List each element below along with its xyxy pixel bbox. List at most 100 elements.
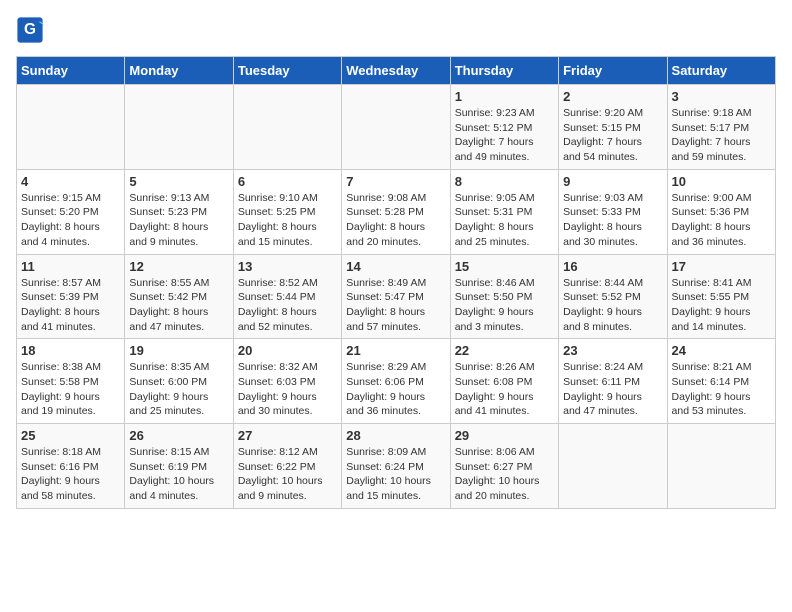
day-info: Sunrise: 8:38 AM Sunset: 5:58 PM Dayligh…	[21, 360, 120, 419]
day-info: Sunrise: 9:03 AM Sunset: 5:33 PM Dayligh…	[563, 191, 662, 250]
day-number: 2	[563, 89, 662, 104]
calendar-week-row: 1 Sunrise: 9:23 AM Sunset: 5:12 PM Daylig…	[17, 85, 776, 170]
day-info: Sunrise: 8:21 AM Sunset: 6:14 PM Dayligh…	[672, 360, 771, 419]
calendar-cell: 19 Sunrise: 8:35 AM Sunset: 6:00 PM Dayli…	[125, 339, 233, 424]
day-info: Sunrise: 8:52 AM Sunset: 5:44 PM Dayligh…	[238, 276, 337, 335]
weekday-header: Tuesday	[233, 57, 341, 85]
calendar-body: 1 Sunrise: 9:23 AM Sunset: 5:12 PM Daylig…	[17, 85, 776, 509]
day-info: Sunrise: 9:20 AM Sunset: 5:15 PM Dayligh…	[563, 106, 662, 165]
calendar-cell: 11 Sunrise: 8:57 AM Sunset: 5:39 PM Dayli…	[17, 254, 125, 339]
day-info: Sunrise: 8:41 AM Sunset: 5:55 PM Dayligh…	[672, 276, 771, 335]
calendar-header: SundayMondayTuesdayWednesdayThursdayFrid…	[17, 57, 776, 85]
day-number: 24	[672, 343, 771, 358]
day-number: 8	[455, 174, 554, 189]
day-number: 10	[672, 174, 771, 189]
day-info: Sunrise: 9:15 AM Sunset: 5:20 PM Dayligh…	[21, 191, 120, 250]
day-info: Sunrise: 9:00 AM Sunset: 5:36 PM Dayligh…	[672, 191, 771, 250]
day-number: 17	[672, 259, 771, 274]
day-number: 25	[21, 428, 120, 443]
calendar-week-row: 11 Sunrise: 8:57 AM Sunset: 5:39 PM Dayli…	[17, 254, 776, 339]
calendar-cell: 27 Sunrise: 8:12 AM Sunset: 6:22 PM Dayli…	[233, 424, 341, 509]
day-info: Sunrise: 8:12 AM Sunset: 6:22 PM Dayligh…	[238, 445, 337, 504]
logo-icon: G	[16, 16, 44, 44]
day-info: Sunrise: 8:57 AM Sunset: 5:39 PM Dayligh…	[21, 276, 120, 335]
day-info: Sunrise: 8:35 AM Sunset: 6:00 PM Dayligh…	[129, 360, 228, 419]
day-info: Sunrise: 8:55 AM Sunset: 5:42 PM Dayligh…	[129, 276, 228, 335]
calendar-cell: 28 Sunrise: 8:09 AM Sunset: 6:24 PM Dayli…	[342, 424, 450, 509]
day-info: Sunrise: 8:29 AM Sunset: 6:06 PM Dayligh…	[346, 360, 445, 419]
calendar-cell: 7Sunrise: 9:08 AM Sunset: 5:28 PM Daylig…	[342, 169, 450, 254]
calendar-cell: 22 Sunrise: 8:26 AM Sunset: 6:08 PM Dayli…	[450, 339, 558, 424]
day-number: 14	[346, 259, 445, 274]
weekday-header: Wednesday	[342, 57, 450, 85]
calendar-week-row: 18Sunrise: 8:38 AM Sunset: 5:58 PM Dayli…	[17, 339, 776, 424]
day-number: 29	[455, 428, 554, 443]
calendar-cell: 8 Sunrise: 9:05 AM Sunset: 5:31 PM Daylig…	[450, 169, 558, 254]
day-info: Sunrise: 9:10 AM Sunset: 5:25 PM Dayligh…	[238, 191, 337, 250]
day-info: Sunrise: 9:08 AM Sunset: 5:28 PM Dayligh…	[346, 191, 445, 250]
day-info: Sunrise: 8:49 AM Sunset: 5:47 PM Dayligh…	[346, 276, 445, 335]
weekday-header: Saturday	[667, 57, 775, 85]
weekday-header: Friday	[559, 57, 667, 85]
day-number: 4	[21, 174, 120, 189]
calendar-cell: 16 Sunrise: 8:44 AM Sunset: 5:52 PM Dayli…	[559, 254, 667, 339]
calendar-cell: 6 Sunrise: 9:10 AM Sunset: 5:25 PM Daylig…	[233, 169, 341, 254]
calendar-cell: 14 Sunrise: 8:49 AM Sunset: 5:47 PM Dayli…	[342, 254, 450, 339]
day-number: 23	[563, 343, 662, 358]
day-info: Sunrise: 8:06 AM Sunset: 6:27 PM Dayligh…	[455, 445, 554, 504]
calendar-week-row: 4 Sunrise: 9:15 AM Sunset: 5:20 PM Daylig…	[17, 169, 776, 254]
calendar-cell	[233, 85, 341, 170]
day-number: 11	[21, 259, 120, 274]
calendar-cell: 3Sunrise: 9:18 AM Sunset: 5:17 PM Daylig…	[667, 85, 775, 170]
day-number: 9	[563, 174, 662, 189]
calendar-cell: 20 Sunrise: 8:32 AM Sunset: 6:03 PM Dayli…	[233, 339, 341, 424]
day-number: 1	[455, 89, 554, 104]
calendar-cell: 18Sunrise: 8:38 AM Sunset: 5:58 PM Dayli…	[17, 339, 125, 424]
logo: G	[16, 16, 48, 44]
calendar-cell: 5Sunrise: 9:13 AM Sunset: 5:23 PM Daylig…	[125, 169, 233, 254]
day-info: Sunrise: 9:05 AM Sunset: 5:31 PM Dayligh…	[455, 191, 554, 250]
calendar-cell	[559, 424, 667, 509]
calendar-cell: 25 Sunrise: 8:18 AM Sunset: 6:16 PM Dayli…	[17, 424, 125, 509]
day-info: Sunrise: 8:44 AM Sunset: 5:52 PM Dayligh…	[563, 276, 662, 335]
weekday-header: Monday	[125, 57, 233, 85]
day-number: 20	[238, 343, 337, 358]
calendar-cell: 23 Sunrise: 8:24 AM Sunset: 6:11 PM Dayli…	[559, 339, 667, 424]
day-info: Sunrise: 9:23 AM Sunset: 5:12 PM Dayligh…	[455, 106, 554, 165]
calendar-cell	[667, 424, 775, 509]
calendar-cell	[342, 85, 450, 170]
day-number: 22	[455, 343, 554, 358]
weekday-header: Thursday	[450, 57, 558, 85]
page-header: G	[16, 16, 776, 44]
day-info: Sunrise: 8:09 AM Sunset: 6:24 PM Dayligh…	[346, 445, 445, 504]
day-number: 27	[238, 428, 337, 443]
day-number: 6	[238, 174, 337, 189]
day-info: Sunrise: 8:46 AM Sunset: 5:50 PM Dayligh…	[455, 276, 554, 335]
day-info: Sunrise: 9:18 AM Sunset: 5:17 PM Dayligh…	[672, 106, 771, 165]
calendar-cell	[17, 85, 125, 170]
day-info: Sunrise: 9:13 AM Sunset: 5:23 PM Dayligh…	[129, 191, 228, 250]
day-info: Sunrise: 8:15 AM Sunset: 6:19 PM Dayligh…	[129, 445, 228, 504]
calendar-cell: 13 Sunrise: 8:52 AM Sunset: 5:44 PM Dayli…	[233, 254, 341, 339]
calendar-cell: 4 Sunrise: 9:15 AM Sunset: 5:20 PM Daylig…	[17, 169, 125, 254]
calendar-cell: 9 Sunrise: 9:03 AM Sunset: 5:33 PM Daylig…	[559, 169, 667, 254]
day-number: 26	[129, 428, 228, 443]
calendar-cell	[125, 85, 233, 170]
day-info: Sunrise: 8:18 AM Sunset: 6:16 PM Dayligh…	[21, 445, 120, 504]
weekday-header: Sunday	[17, 57, 125, 85]
day-info: Sunrise: 8:26 AM Sunset: 6:08 PM Dayligh…	[455, 360, 554, 419]
day-info: Sunrise: 8:24 AM Sunset: 6:11 PM Dayligh…	[563, 360, 662, 419]
calendar-cell: 29 Sunrise: 8:06 AM Sunset: 6:27 PM Dayli…	[450, 424, 558, 509]
calendar-cell: 15Sunrise: 8:46 AM Sunset: 5:50 PM Dayli…	[450, 254, 558, 339]
calendar-cell: 2 Sunrise: 9:20 AM Sunset: 5:15 PM Daylig…	[559, 85, 667, 170]
calendar-cell: 10 Sunrise: 9:00 AM Sunset: 5:36 PM Dayli…	[667, 169, 775, 254]
day-number: 16	[563, 259, 662, 274]
calendar-cell: 21Sunrise: 8:29 AM Sunset: 6:06 PM Dayli…	[342, 339, 450, 424]
day-number: 28	[346, 428, 445, 443]
day-info: Sunrise: 8:32 AM Sunset: 6:03 PM Dayligh…	[238, 360, 337, 419]
day-number: 19	[129, 343, 228, 358]
calendar-cell: 1 Sunrise: 9:23 AM Sunset: 5:12 PM Daylig…	[450, 85, 558, 170]
day-number: 13	[238, 259, 337, 274]
svg-text:G: G	[24, 21, 36, 38]
calendar-cell: 26 Sunrise: 8:15 AM Sunset: 6:19 PM Dayli…	[125, 424, 233, 509]
